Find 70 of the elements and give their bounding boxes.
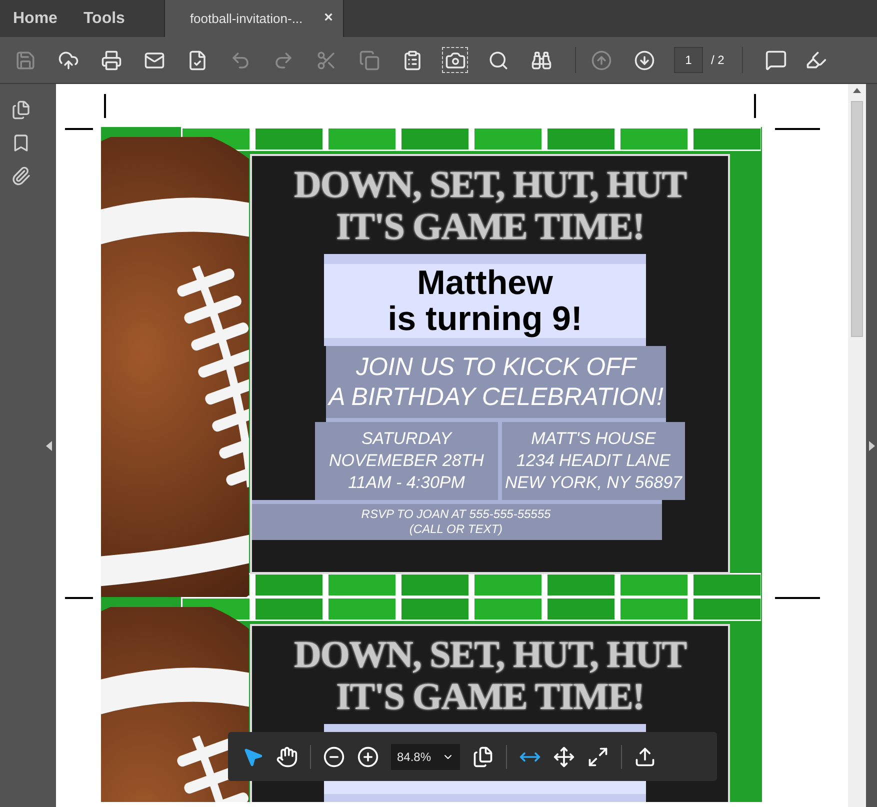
pages-icon	[472, 746, 494, 768]
speech-bubble-icon	[765, 49, 788, 71]
attachments-button[interactable]	[11, 166, 31, 186]
scissors-icon	[316, 50, 336, 70]
rsvp-line: RSVP TO JOAN AT 555-555-55555	[361, 507, 551, 522]
age-line: is turning 9!	[388, 301, 582, 337]
hand-button[interactable]	[276, 746, 298, 768]
location-line: 1234 HEADIT LANE	[516, 450, 670, 472]
copy-icon	[358, 50, 380, 70]
scrollbar-thumb[interactable]	[851, 101, 863, 337]
undo-icon	[230, 50, 250, 70]
date-line: SATURDAY	[361, 428, 452, 450]
pages-button[interactable]	[472, 746, 494, 768]
birthday-name: Matthew	[417, 265, 553, 301]
save-icon	[14, 50, 36, 70]
location-line: MATT'S HOUSE	[531, 428, 656, 450]
collapse-right-icon[interactable]	[868, 440, 874, 450]
invite-line: JOIN US TO KICCK OFF	[356, 352, 636, 382]
page-count: / 2	[711, 52, 724, 69]
zoom-in-icon	[357, 746, 379, 768]
collapse-left-icon[interactable]	[46, 440, 52, 450]
zoom-out-button[interactable]	[323, 746, 345, 768]
clipboard-icon	[402, 50, 422, 70]
search-icon	[488, 50, 508, 70]
mail-icon	[144, 50, 164, 70]
document-tab-title: football-invitation-...	[190, 10, 303, 28]
document-check-icon	[186, 50, 208, 70]
arrow-up-circle-icon	[590, 50, 612, 70]
invite-line: A BIRTHDAY CELEBRATION!	[328, 382, 664, 412]
menu-tab[interactable]: Tools	[70, 0, 138, 37]
zoom-in-button[interactable]	[357, 746, 379, 768]
headline: DOWN, SET, HUT, HUT	[294, 164, 686, 206]
close-tab-button[interactable]: ×	[324, 7, 333, 30]
fit-page-button[interactable]	[553, 746, 575, 768]
highlighter-icon	[805, 49, 828, 71]
headline: IT'S GAME TIME!	[336, 206, 644, 248]
scroll-up-icon[interactable]	[853, 88, 861, 93]
zoom-level-dropdown[interactable]: 84.8%	[391, 744, 460, 770]
hand-icon	[276, 746, 298, 768]
binoculars-icon	[530, 50, 552, 70]
page-number-field[interactable]: 1	[674, 47, 703, 73]
share-icon	[634, 746, 656, 768]
cloud-upload-icon	[58, 50, 78, 70]
zoom-level-value: 84.8%	[397, 748, 432, 766]
fit-page-icon	[553, 746, 575, 768]
arrow-down-circle-icon	[634, 50, 654, 70]
camera-button[interactable]	[442, 47, 468, 73]
menu-tab[interactable]: Home	[0, 0, 70, 37]
pages-panel-button[interactable]	[11, 100, 31, 120]
zoom-out-icon	[323, 746, 345, 768]
pages-icon	[11, 100, 31, 120]
date-line: NOVEMEBER 28TH	[329, 450, 484, 472]
headline: IT'S GAME TIME!	[336, 676, 644, 718]
share-button[interactable]	[634, 746, 656, 768]
redo-icon	[272, 50, 294, 70]
location-line: NEW YORK, NY 56897	[504, 472, 682, 494]
paperclip-icon	[11, 166, 31, 186]
document-tab[interactable]: football-invitation-... ×	[164, 0, 344, 37]
print-icon	[100, 50, 122, 70]
full-screen-button[interactable]	[587, 746, 609, 768]
headline: DOWN, SET, HUT, HUT	[294, 634, 686, 676]
date-line: 11AM - 4:30PM	[348, 472, 465, 494]
rsvp-line: (CALL OR TEXT)	[409, 522, 503, 537]
camera-icon	[444, 50, 466, 70]
full-screen-icon	[587, 746, 609, 768]
scrollbar[interactable]	[848, 84, 866, 807]
pointer-button[interactable]	[242, 746, 264, 768]
pointer-icon	[242, 746, 264, 768]
comment-button[interactable]	[765, 49, 788, 71]
highlight-button[interactable]	[805, 49, 828, 71]
